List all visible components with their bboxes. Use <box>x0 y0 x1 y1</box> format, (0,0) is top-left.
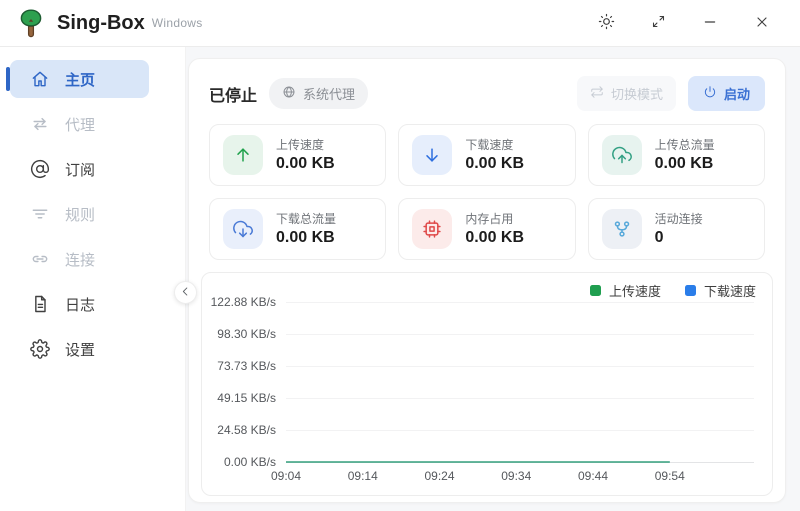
hub-icon <box>602 209 642 249</box>
start-label: 启动 <box>724 84 750 103</box>
x-axis-tick: 09:34 <box>501 469 531 483</box>
stat-value: 0.00 KB <box>655 155 715 173</box>
y-axis-tick: 98.30 KB/s <box>217 327 276 341</box>
filter-icon <box>29 204 51 224</box>
x-axis-tick: 09:24 <box>424 469 454 483</box>
app-body: 主页代理订阅规则连接日志设置 已停止 系统代理 切换模式 <box>0 47 800 511</box>
system-proxy-badge[interactable]: 系统代理 <box>269 78 368 109</box>
main-panel: 已停止 系统代理 切换模式 启动 上传速度0.00 KB下载 <box>188 58 786 503</box>
sidebar-item-rules[interactable]: 规则 <box>10 195 149 233</box>
close-icon <box>754 14 770 33</box>
sidebar-item-label: 代理 <box>65 114 95 135</box>
y-axis-tick: 24.58 KB/s <box>217 423 276 437</box>
minimize-icon <box>702 14 718 33</box>
titlebar: Sing-Box Windows <box>0 0 800 47</box>
stat-value: 0.00 KB <box>465 229 524 247</box>
cloud-up-icon <box>602 135 642 175</box>
y-axis-tick: 0.00 KB/s <box>224 455 276 469</box>
stat-value: 0.00 KB <box>276 229 336 247</box>
close-button[interactable] <box>736 0 788 46</box>
arrow-up-icon <box>223 135 263 175</box>
switch-mode-button[interactable]: 切换模式 <box>577 76 676 111</box>
x-axis-tick: 09:44 <box>578 469 608 483</box>
repeat-icon <box>590 85 604 102</box>
y-axis-tick: 49.15 KB/s <box>217 391 276 405</box>
app-window: Sing-Box Windows 主页代理订阅规则连接日志设置 已停止 系统代理 <box>0 0 800 511</box>
globe-icon <box>282 85 296 102</box>
legend-item-download[interactable]: 下载速度 <box>685 281 756 300</box>
sidebar-item-label: 订阅 <box>65 159 95 180</box>
stat-value: 0.00 KB <box>465 155 524 173</box>
sidebar-item-label: 主页 <box>65 69 95 90</box>
sidebar-item-logs[interactable]: 日志 <box>10 285 149 323</box>
stat-label: 上传总流量 <box>655 138 715 152</box>
home-icon <box>29 69 51 89</box>
app-subtitle: Windows <box>152 16 203 30</box>
status-text: 已停止 <box>209 82 257 106</box>
chart-legend: 上传速度 下载速度 <box>216 281 758 299</box>
traffic-chart-card: 上传速度下载速度 122.88 KB/s98.30 KB/s73.73 KB/s… <box>201 272 773 496</box>
main-area: 已停止 系统代理 切换模式 启动 上传速度0.00 KB下载 <box>186 47 800 511</box>
sidebar-item-home[interactable]: 主页 <box>10 60 149 98</box>
sidebar-item-settings[interactable]: 设置 <box>10 330 149 368</box>
window-controls <box>580 0 788 46</box>
chevron-left-icon <box>179 285 192 301</box>
arrow-down-icon <box>412 135 452 175</box>
stat-label: 内存占用 <box>465 212 524 226</box>
stat-label: 活动连接 <box>655 212 703 226</box>
sidebar-item-connections[interactable]: 连接 <box>10 240 149 278</box>
stats-grid: 上传速度 0.00 KB 下载速度 0.00 KB 上传总流量 0.00 KB 下载总流量 0… <box>189 124 785 260</box>
x-axis-tick: 09:14 <box>348 469 378 483</box>
sidebar-item-label: 设置 <box>65 339 95 360</box>
sidebar-item-label: 日志 <box>65 294 95 315</box>
switch-mode-label: 切换模式 <box>611 84 663 103</box>
maximize-icon <box>651 14 666 32</box>
at-sign-icon <box>29 159 51 179</box>
file-text-icon <box>29 294 51 314</box>
stat-card-upload-speed: 上传速度 0.00 KB <box>209 124 386 186</box>
sidebar: 主页代理订阅规则连接日志设置 <box>0 47 186 511</box>
y-axis-tick: 122.88 KB/s <box>211 295 276 309</box>
system-proxy-label: 系统代理 <box>303 84 355 103</box>
cloud-down-icon <box>223 209 263 249</box>
start-button[interactable]: 启动 <box>688 76 765 111</box>
stat-label: 下载总流量 <box>276 212 336 226</box>
sidebar-item-label: 规则 <box>65 204 95 225</box>
stat-card-download-total: 下载总流量 0.00 KB <box>209 198 386 260</box>
sidebar-item-label: 连接 <box>65 249 95 270</box>
swap-icon <box>29 114 51 134</box>
legend-swatch <box>685 285 696 296</box>
stat-card-active-connections: 活动连接 0 <box>588 198 765 260</box>
power-icon <box>703 85 717 102</box>
stat-label: 上传速度 <box>276 138 335 152</box>
cpu-icon <box>412 209 452 249</box>
maximize-button[interactable] <box>632 0 684 46</box>
stat-card-download-speed: 下载速度 0.00 KB <box>398 124 575 186</box>
minimize-button[interactable] <box>684 0 736 46</box>
stat-label: 下载速度 <box>465 138 524 152</box>
legend-item-upload[interactable]: 上传速度 <box>590 281 661 300</box>
legend-label: 下载速度 <box>704 281 756 300</box>
stat-value: 0.00 KB <box>276 155 335 173</box>
chart-plot-area: 122.88 KB/s98.30 KB/s73.73 KB/s49.15 KB/… <box>286 302 754 462</box>
gear-icon <box>29 339 51 359</box>
sun-icon <box>598 13 615 33</box>
link-icon <box>29 249 51 269</box>
sidebar-item-subscription[interactable]: 订阅 <box>10 150 149 188</box>
sidebar-item-proxy[interactable]: 代理 <box>10 105 149 143</box>
sidebar-collapse-button[interactable] <box>174 281 197 304</box>
theme-toggle-button[interactable] <box>580 0 632 46</box>
app-logo-tree-icon <box>14 7 47 40</box>
y-axis-tick: 73.73 KB/s <box>217 359 276 373</box>
legend-label: 上传速度 <box>609 281 661 300</box>
x-axis-tick: 09:54 <box>655 469 685 483</box>
panel-header: 已停止 系统代理 切换模式 启动 <box>189 59 785 124</box>
stat-card-upload-total: 上传总流量 0.00 KB <box>588 124 765 186</box>
app-title: Sing-Box <box>57 12 145 35</box>
legend-swatch <box>590 285 601 296</box>
x-axis-tick: 09:04 <box>271 469 301 483</box>
chart-series <box>286 302 754 462</box>
stat-card-memory: 内存占用 0.00 KB <box>398 198 575 260</box>
stat-value: 0 <box>655 229 703 247</box>
